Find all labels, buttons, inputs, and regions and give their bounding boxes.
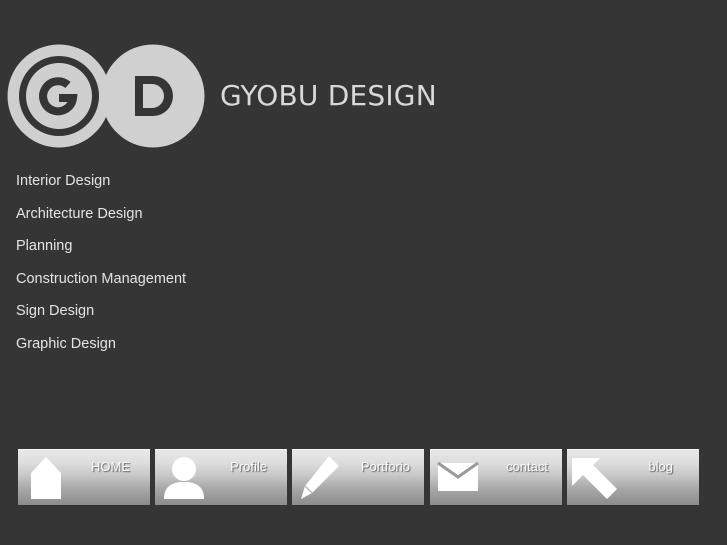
contact-button[interactable]: contact xyxy=(430,449,562,505)
arrow-up-left-icon xyxy=(572,458,617,499)
home-button[interactable]: HOME xyxy=(18,449,150,505)
service-link-interior-design[interactable]: Interior Design xyxy=(16,167,186,200)
home-label: HOME xyxy=(91,459,130,474)
person-icon xyxy=(164,457,204,499)
contact-label: contact xyxy=(506,459,548,474)
profile-button[interactable]: Profile xyxy=(155,449,287,505)
services-menu: Interior Design Architecture Design Plan… xyxy=(16,167,186,363)
blog-button[interactable]: blog xyxy=(567,449,699,505)
bottom-nav: HOME Profile Portforio contact blog xyxy=(18,449,700,505)
portfolio-label: Portforio xyxy=(360,459,410,474)
service-link-sign-design[interactable]: Sign Design xyxy=(16,297,186,330)
house-icon xyxy=(31,457,61,499)
service-link-planning[interactable]: Planning xyxy=(16,232,186,265)
profile-label: Profile xyxy=(230,459,267,474)
service-link-construction-management[interactable]: Construction Management xyxy=(16,265,186,298)
brand-name: GYOBU DESIGN xyxy=(220,79,437,112)
portfolio-button[interactable]: Portforio xyxy=(292,449,424,505)
service-link-architecture-design[interactable]: Architecture Design xyxy=(16,200,186,233)
service-link-graphic-design[interactable]: Graphic Design xyxy=(16,330,186,363)
blog-label: blog xyxy=(648,459,673,474)
gd-logo xyxy=(7,44,205,148)
